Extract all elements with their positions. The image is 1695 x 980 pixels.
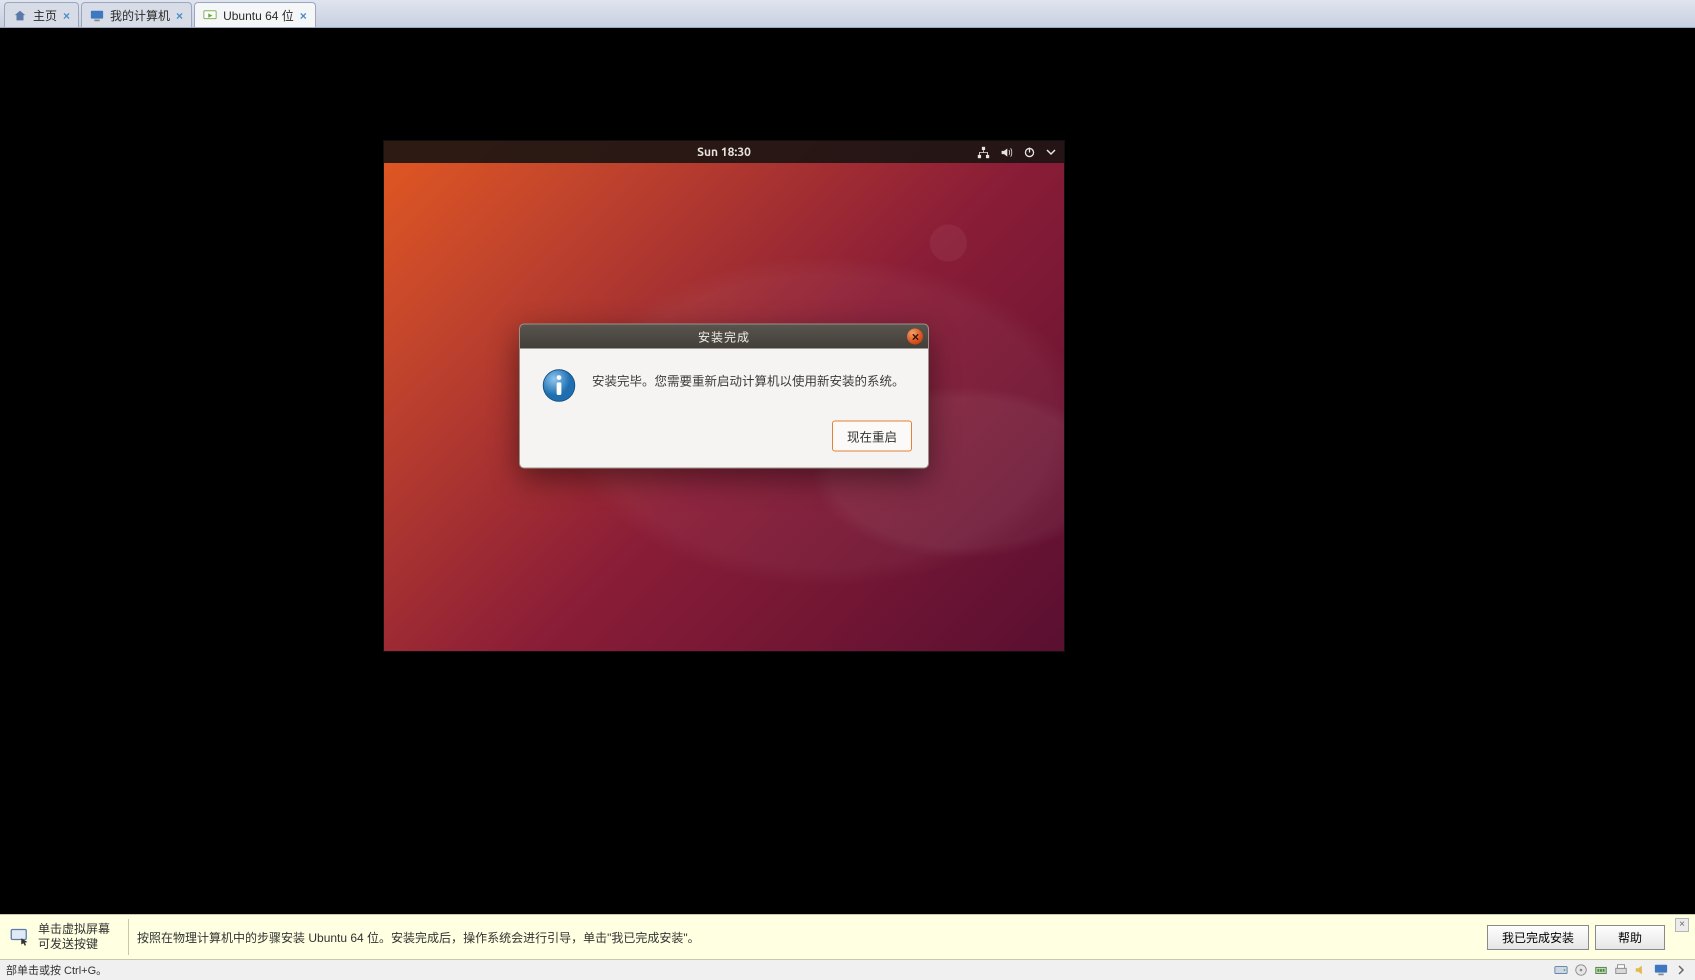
guest-ubuntu-screen[interactable]: Sun 18:30 安装完成 bbox=[384, 141, 1064, 651]
home-icon bbox=[13, 9, 27, 23]
hint-close-button[interactable]: × bbox=[1675, 918, 1689, 932]
monitor-icon bbox=[90, 9, 104, 23]
install-hint-bar: 单击虚拟屏幕 可发送按键 按照在物理计算机中的步骤安装 Ubuntu 64 位。… bbox=[0, 914, 1695, 960]
network-icon bbox=[977, 146, 990, 159]
dialog-title: 安装完成 bbox=[698, 328, 750, 345]
chevron-down-icon bbox=[1046, 147, 1056, 157]
monitor-pointer-icon bbox=[10, 927, 30, 947]
tab-home-close[interactable]: × bbox=[63, 9, 70, 23]
ubuntu-clock: Sun 18:30 bbox=[697, 146, 751, 159]
tab-ubuntu-close[interactable]: × bbox=[300, 9, 307, 23]
ubuntu-system-menu[interactable] bbox=[977, 146, 1056, 159]
status-device-icons bbox=[1553, 962, 1689, 978]
status-bar: 部单击或按 Ctrl+G。 bbox=[0, 960, 1695, 980]
printer-icon[interactable] bbox=[1613, 962, 1629, 978]
info-icon bbox=[540, 367, 578, 405]
hint-divider bbox=[128, 919, 129, 955]
cd-icon[interactable] bbox=[1573, 962, 1589, 978]
tab-my-computer-close[interactable]: × bbox=[176, 9, 183, 23]
vm-icon bbox=[203, 9, 217, 23]
tab-home-label: 主页 bbox=[33, 7, 57, 24]
finished-install-button[interactable]: 我已完成安装 bbox=[1487, 925, 1589, 950]
click-inside-hint-line1: 单击虚拟屏幕 bbox=[38, 922, 110, 937]
restart-now-button[interactable]: 现在重启 bbox=[832, 421, 912, 452]
display-icon[interactable] bbox=[1653, 962, 1669, 978]
host-black-filler bbox=[0, 768, 1695, 914]
help-button[interactable]: 帮助 bbox=[1595, 925, 1665, 950]
status-hint-text: 部单击或按 Ctrl+G。 bbox=[6, 962, 107, 978]
status-chevron-icon[interactable] bbox=[1673, 962, 1689, 978]
tab-my-computer-label: 我的计算机 bbox=[110, 7, 170, 24]
install-complete-dialog: 安装完成 安装完毕。您需要重新启动计算机以使用新安装的系统。 现在重启 bbox=[519, 324, 929, 469]
vm-viewport[interactable]: Sun 18:30 安装完成 bbox=[0, 28, 1695, 768]
ubuntu-top-bar: Sun 18:30 bbox=[384, 141, 1064, 163]
volume-icon bbox=[1000, 146, 1013, 159]
tab-ubuntu[interactable]: Ubuntu 64 位 × bbox=[194, 2, 316, 27]
power-icon bbox=[1023, 146, 1036, 159]
close-icon bbox=[911, 332, 920, 341]
click-inside-hint-line2: 可发送按键 bbox=[38, 937, 110, 952]
click-inside-hint: 单击虚拟屏幕 可发送按键 bbox=[38, 922, 110, 952]
dialog-close-button[interactable] bbox=[907, 329, 923, 345]
network-adapter-icon[interactable] bbox=[1593, 962, 1609, 978]
tab-home[interactable]: 主页 × bbox=[4, 2, 79, 27]
host-tab-bar: 主页 × 我的计算机 × Ubuntu 64 位 × bbox=[0, 0, 1695, 28]
sound-card-icon[interactable] bbox=[1633, 962, 1649, 978]
dialog-titlebar[interactable]: 安装完成 bbox=[520, 325, 928, 349]
tab-my-computer[interactable]: 我的计算机 × bbox=[81, 2, 192, 27]
tab-ubuntu-label: Ubuntu 64 位 bbox=[223, 7, 294, 24]
dialog-message: 安装完毕。您需要重新启动计算机以使用新安装的系统。 bbox=[592, 367, 905, 392]
install-instructions-text: 按照在物理计算机中的步骤安装 Ubuntu 64 位。安装完成后，操作系统会进行… bbox=[137, 929, 700, 946]
hdd-icon[interactable] bbox=[1553, 962, 1569, 978]
